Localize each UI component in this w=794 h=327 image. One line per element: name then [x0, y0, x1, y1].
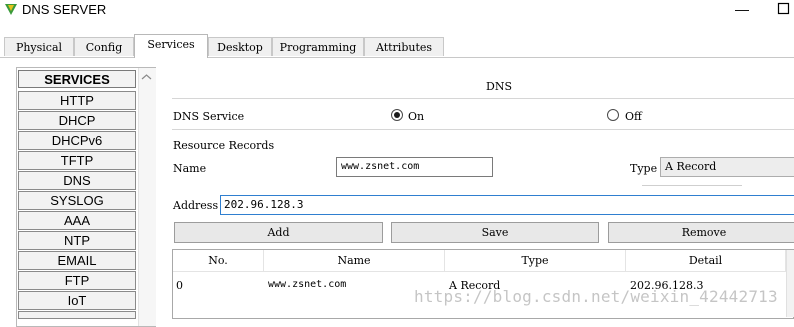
table-cell-name[interactable]: www.zsnet.com — [268, 279, 346, 290]
divider — [172, 98, 794, 99]
tab-desktop[interactable]: Desktop — [208, 37, 272, 56]
divider — [172, 129, 794, 130]
services-scrollbar[interactable] — [138, 68, 156, 326]
name-label: Name — [173, 162, 207, 175]
tab-config[interactable]: Config — [74, 37, 134, 56]
service-ftp-button[interactable]: FTP — [18, 271, 136, 290]
address-input[interactable]: 202.96.128.3 — [220, 195, 794, 215]
app-icon — [5, 4, 17, 15]
save-button[interactable]: Save — [391, 222, 599, 243]
resource-records-label: Resource Records — [173, 139, 275, 152]
divider — [642, 185, 742, 186]
dns-service-label: DNS Service — [173, 110, 245, 123]
dns-off-label: Off — [625, 110, 642, 123]
tab-programming[interactable]: Programming — [272, 37, 364, 56]
dns-on-radio[interactable] — [391, 109, 403, 121]
column-header-no: No. — [173, 250, 264, 272]
column-header-name: Name — [264, 250, 445, 272]
dns-section-title: DNS — [486, 80, 512, 93]
type-select[interactable]: A Record — [660, 157, 794, 177]
address-label: Address — [173, 199, 219, 212]
tab-strip: Physical Config Services Desktop Program… — [0, 34, 794, 58]
chevron-up-icon[interactable] — [138, 70, 155, 84]
tab-services[interactable]: Services — [134, 34, 208, 58]
services-header: SERVICES — [18, 70, 136, 88]
title-bar — [0, 0, 794, 20]
service-dhcpv6-button[interactable]: DHCPv6 — [18, 131, 136, 150]
service-ntp-button[interactable]: NTP — [18, 231, 136, 250]
service-dns-button[interactable]: DNS — [18, 171, 136, 190]
service-dhcp-button[interactable]: DHCP — [18, 111, 136, 130]
service-syslog-button[interactable]: SYSLOG — [18, 191, 136, 210]
service-tftp-button[interactable]: TFTP — [18, 151, 136, 170]
service-aaa-button[interactable]: AAA — [18, 211, 136, 230]
name-input[interactable]: www.zsnet.com — [336, 157, 493, 177]
remove-button[interactable]: Remove — [608, 222, 794, 243]
service-http-button[interactable]: HTTP — [18, 91, 136, 110]
radio-selected-dot — [394, 112, 400, 118]
add-button[interactable]: Add — [174, 222, 383, 243]
column-header-type: Type — [445, 250, 626, 272]
type-label: Type — [630, 162, 658, 175]
table-scrollbar[interactable] — [786, 250, 794, 317]
watermark: https://blog.csdn.net/weixin_42442713 — [414, 287, 778, 306]
minimize-button[interactable]: — — [732, 0, 752, 20]
dns-on-label: On — [408, 110, 425, 123]
tab-physical[interactable]: Physical — [4, 37, 74, 56]
service-email-button[interactable]: EMAIL — [18, 251, 136, 270]
window-title: DNS SERVER — [22, 2, 107, 17]
service-iot-button[interactable]: IoT — [18, 291, 136, 310]
service-partial-button[interactable] — [18, 311, 136, 319]
table-cell-no[interactable]: 0 — [176, 279, 183, 292]
dns-off-radio[interactable] — [607, 109, 619, 121]
column-header-detail: Detail — [626, 250, 786, 272]
maximize-icon[interactable] — [776, 1, 792, 17]
tab-attributes[interactable]: Attributes — [364, 37, 444, 56]
